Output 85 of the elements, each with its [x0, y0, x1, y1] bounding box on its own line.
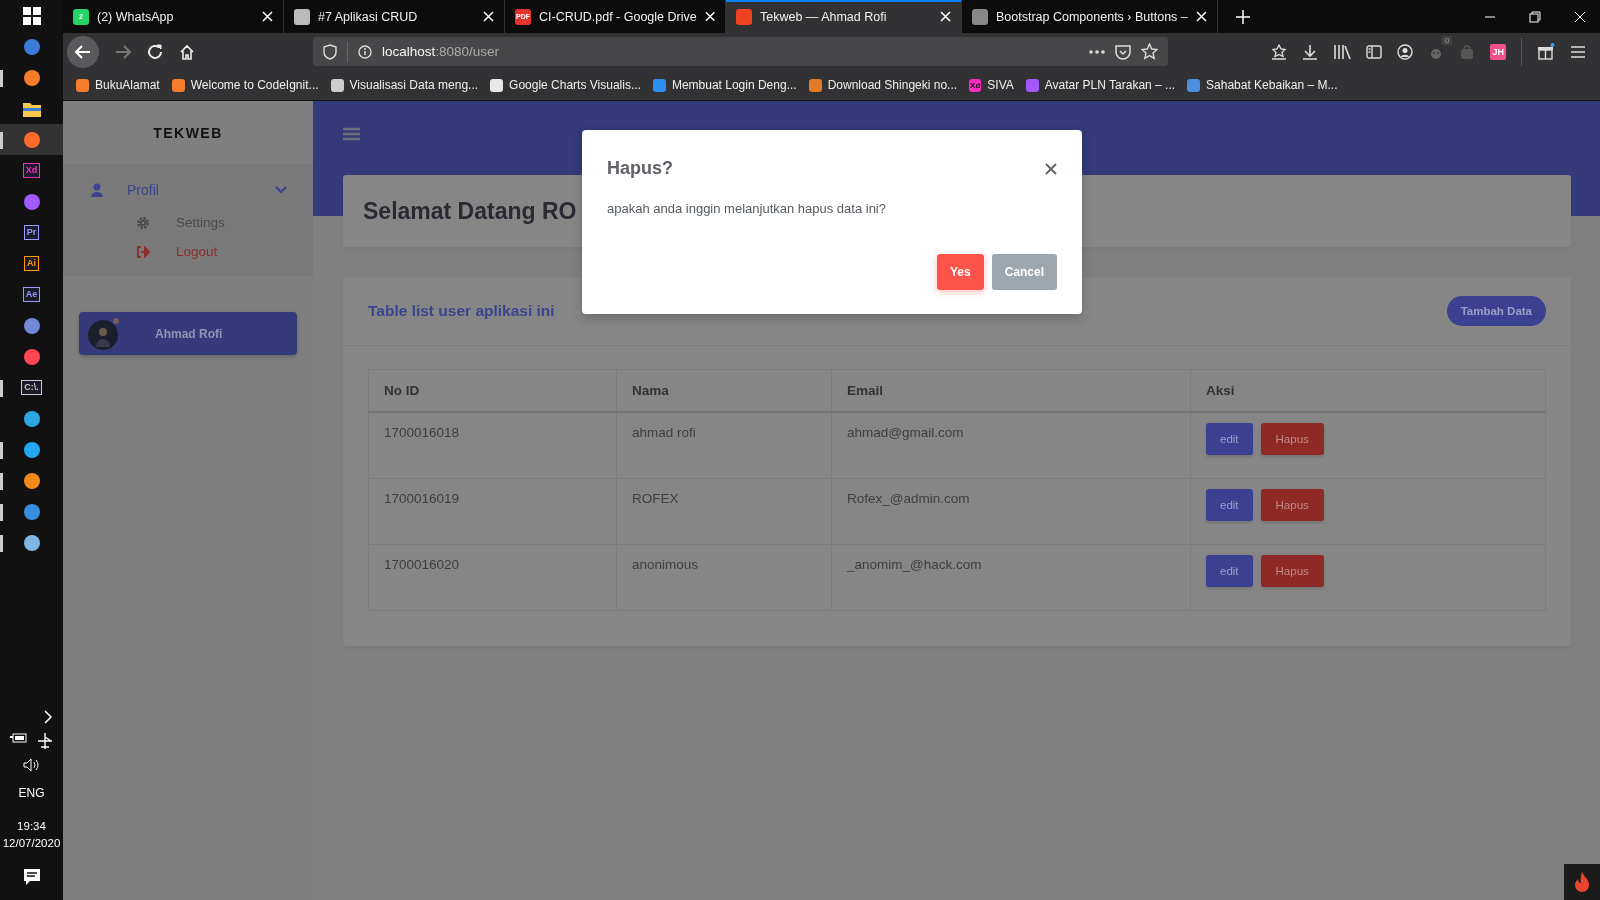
address-bar[interactable]: localhost:8080/user — [313, 37, 1168, 66]
bookmark[interactable]: Visualisasi Data meng... — [330, 78, 479, 92]
extension-badge: 0 — [1442, 35, 1453, 45]
edit-button[interactable]: edit — [1206, 423, 1253, 455]
dialog-title: Hapus? — [607, 158, 673, 179]
tab-title: (2) WhatsApp — [97, 9, 175, 24]
app-icon: Ae — [22, 287, 41, 302]
tab-title: Tekweb — Ahmad Rofi — [760, 9, 888, 24]
bookmark[interactable]: Google Charts Visualis... — [490, 78, 641, 92]
clock-date[interactable]: 12/07/2020 — [2, 835, 61, 852]
welcome-heading: Selamat Datang RO — [363, 197, 577, 225]
bookmark[interactable]: Xd SIVA — [969, 78, 1014, 92]
bookmark[interactable]: Download Shingeki no... — [808, 78, 958, 92]
bookmark[interactable]: Avatar PLN Tarakan – ... — [1025, 78, 1176, 92]
user-icon — [91, 183, 103, 197]
taskbar-app[interactable]: C:\. — [0, 372, 63, 403]
taskbar-app[interactable]: Pr — [0, 217, 63, 248]
browser-tab[interactable]: Tekweb — Ahmad Rofi — [726, 0, 962, 33]
forward-icon[interactable] — [115, 43, 131, 60]
restore-icon[interactable] — [1529, 10, 1541, 23]
volume-icon[interactable] — [22, 758, 41, 772]
download-icon[interactable] — [1302, 43, 1319, 60]
table-cell: anonimous — [616, 544, 832, 611]
info-icon — [358, 44, 372, 59]
tab-title: CI-CRUD.pdf - Google Drive — [539, 9, 697, 24]
edit-button[interactable]: edit — [1206, 555, 1253, 587]
taskbar-app[interactable]: Ae — [0, 279, 63, 310]
user-card[interactable]: Ahmad Rofi — [79, 312, 297, 355]
table-cell: ahmad rofi — [616, 412, 832, 479]
table-cell: Rofex_@admin.com — [831, 478, 1191, 545]
brand-title: TEKWEB — [152, 123, 224, 143]
taskbar-app[interactable]: Xd — [0, 155, 63, 186]
pocket-icon[interactable] — [1115, 43, 1131, 60]
add-data-button[interactable]: Tambah Data — [1446, 296, 1546, 326]
notification-icon[interactable] — [22, 868, 41, 886]
star-icon[interactable] — [1141, 43, 1158, 60]
app-icon: Pr — [23, 225, 40, 240]
url-text: localhost:8080/user — [382, 44, 500, 59]
table-title: Table list user aplikasi ini — [368, 302, 555, 320]
account-icon[interactable] — [1397, 43, 1414, 60]
bookmark[interactable]: BukuAlamat — [76, 78, 160, 92]
table-cell: 1700016020 — [368, 544, 617, 611]
language-indicator[interactable]: ENG — [18, 786, 45, 800]
table-cell: ROFEX — [616, 478, 832, 545]
bookmark[interactable]: Welcome to CodeIgnit... — [171, 78, 319, 92]
app-icon: Ai — [24, 256, 39, 271]
reload-icon[interactable] — [147, 43, 163, 60]
airplane-icon[interactable] — [35, 732, 54, 750]
column-header: Nama — [616, 369, 832, 412]
new-tab-icon[interactable] — [1235, 9, 1250, 24]
column-header: Aksi — [1190, 369, 1546, 412]
bookmark[interactable]: Sahabat Kebaikan – M... — [1187, 78, 1338, 92]
flame-icon[interactable] — [1564, 864, 1600, 900]
tab-title: Bootstrap Components › Buttons – — [996, 9, 1188, 24]
bookmark[interactable]: Membuat Login Deng... — [652, 78, 797, 92]
more-icon[interactable] — [1089, 49, 1105, 54]
clock-time[interactable]: 19:34 — [17, 818, 46, 835]
folder-icon — [22, 100, 41, 117]
windows-logo-icon — [22, 6, 41, 25]
shield-icon — [323, 43, 337, 60]
table-cell: _anomim_@hack.com — [831, 544, 1191, 611]
gear-icon — [136, 215, 150, 230]
home-icon[interactable] — [179, 43, 195, 60]
bookmark-favicon-icon: Xd — [969, 78, 982, 92]
column-header: No ID — [368, 369, 617, 412]
dialog-message: apakah anda inggin melanjutkan hapus data ini? — [607, 201, 887, 216]
table-cell: ahmad@gmail.com — [831, 412, 1191, 479]
back-icon[interactable] — [67, 35, 99, 68]
column-header: Email — [831, 369, 1191, 412]
gift-icon[interactable] — [1537, 43, 1555, 60]
chevron-icon[interactable] — [43, 710, 53, 724]
bookmark-star-icon[interactable] — [1271, 43, 1288, 60]
library-icon[interactable] — [1333, 43, 1352, 60]
avatar — [87, 316, 121, 351]
taskbar-app[interactable]: Ai — [0, 248, 63, 279]
table-cell: 1700016019 — [368, 478, 617, 545]
app-icon: Xd — [22, 163, 41, 178]
sidebar-icon[interactable] — [1366, 44, 1383, 59]
tab-title: #7 Aplikasi CRUD — [318, 9, 419, 24]
table-cell: 1700016018 — [368, 412, 617, 479]
edit-button[interactable]: edit — [1206, 489, 1253, 521]
app-icon: C:\. — [21, 380, 42, 395]
battery-icon[interactable] — [9, 732, 28, 744]
sign-out-icon — [136, 245, 150, 258]
taskbar-app[interactable] — [0, 124, 63, 155]
